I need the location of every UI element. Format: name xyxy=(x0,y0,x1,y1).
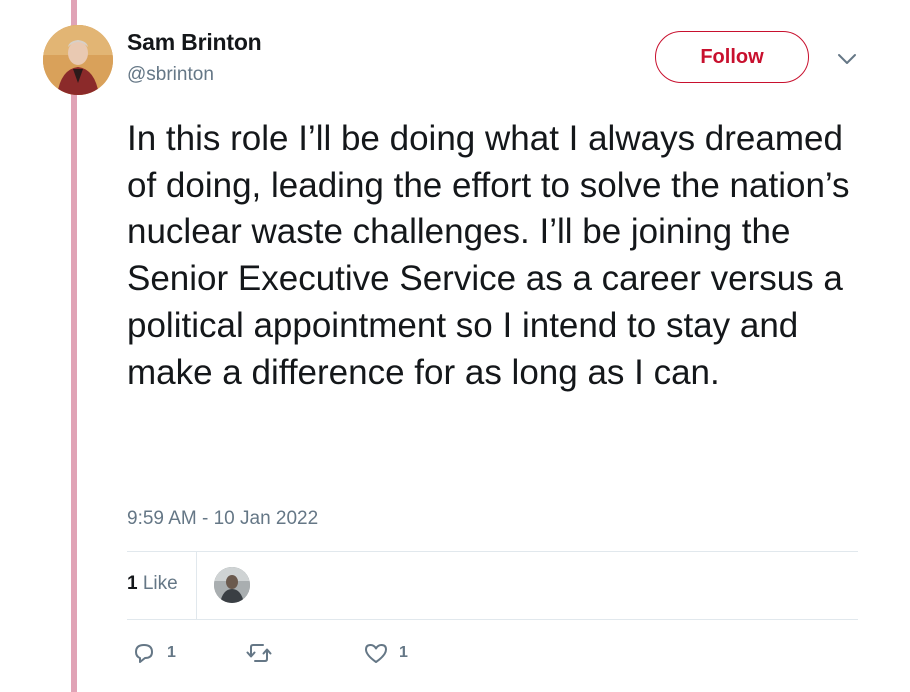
divider-bottom xyxy=(127,619,858,620)
retweet-action[interactable] xyxy=(245,640,273,666)
retweet-icon xyxy=(245,640,273,666)
reply-icon xyxy=(131,640,157,666)
tweet-timestamp[interactable]: 9:59 AM - 10 Jan 2022 xyxy=(127,508,318,530)
thread-line xyxy=(71,0,77,692)
display-name[interactable]: Sam Brinton xyxy=(127,29,262,56)
like-action[interactable]: 1 xyxy=(363,640,408,666)
avatar[interactable] xyxy=(43,25,113,95)
reply-count: 1 xyxy=(167,644,176,661)
user-handle[interactable]: @sbrinton xyxy=(127,64,214,86)
likes-stat[interactable]: 1 Like xyxy=(127,573,178,595)
likes-stat-count: 1 xyxy=(127,573,138,594)
like-count: 1 xyxy=(399,644,408,661)
divider-top xyxy=(127,551,858,552)
liker-avatar[interactable] xyxy=(214,567,250,603)
likes-stat-label: Like xyxy=(142,573,178,594)
tweet-text: In this role I’ll be doing what I always… xyxy=(127,119,860,392)
follow-button[interactable]: Follow xyxy=(655,31,809,83)
heart-icon xyxy=(363,640,389,666)
chevron-down-icon[interactable] xyxy=(836,50,858,68)
stats-separator xyxy=(196,551,197,619)
reply-action[interactable]: 1 xyxy=(131,640,176,666)
